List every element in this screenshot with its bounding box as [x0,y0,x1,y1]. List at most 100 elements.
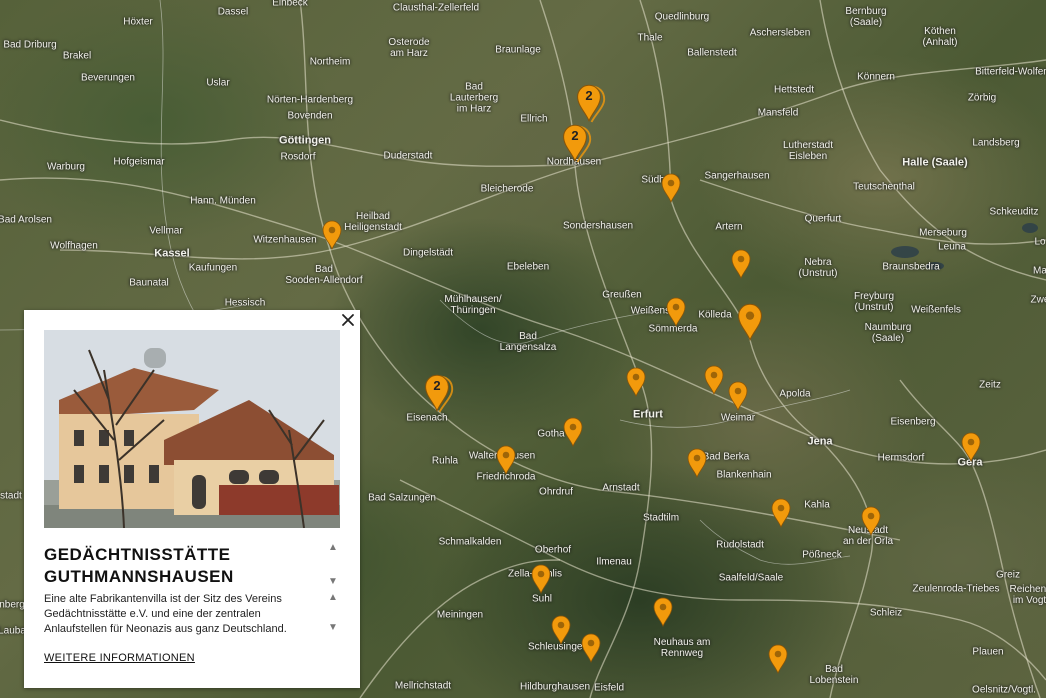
place-label: Göttingen [279,134,331,147]
place-label: Schkeuditz [989,206,1039,218]
location-marker[interactable] [771,498,791,529]
place-label: Bleicherode [480,183,534,195]
scroll-up-icon[interactable]: ▲ [328,542,338,554]
map-pin-icon [626,367,646,398]
info-panel: GEDÄCHTNISSTÄTTE GUTHMANNSHAUSEN ▲ ▼ Ein… [24,310,360,688]
cluster-count: 2 [571,128,579,143]
place-label: Teutschenthal [853,181,915,193]
place-label: Mansfeld [757,107,799,119]
place-label: Greiz [996,569,1020,581]
place-label: Baunatal [129,277,169,289]
location-marker[interactable] [728,381,748,412]
place-label: Eisenberg [890,416,936,428]
location-marker[interactable] [322,220,342,251]
scroll-down-icon[interactable]: ▼ [328,622,338,634]
place-label: Dassel [217,6,249,18]
close-button[interactable] [340,312,356,328]
place-label: Dingelstädt [402,247,454,259]
map-pin-icon [563,417,583,448]
place-label: Weißenfels [911,304,961,316]
location-marker[interactable] [551,615,571,646]
scroll-up-icon[interactable]: ▲ [328,592,338,604]
place-label: Gotha [537,428,565,440]
place-label: Hermsdorf [877,452,925,464]
place-label: Hessisch [224,297,266,309]
place-label: Leuna [938,241,966,253]
place-label: Hann. Münden [190,195,256,207]
place-label: Ma [1033,265,1046,277]
map-pin-icon [496,445,516,476]
place-label: Zwe [1030,294,1046,306]
location-marker[interactable] [737,303,763,342]
place-label: Lutherstadt Eisleben [782,140,834,162]
location-marker[interactable] [861,506,881,537]
place-label: Ilmenau [596,556,632,568]
place-label: Bad Arolsen [0,214,52,226]
place-label: Oberhof [534,544,572,556]
location-marker[interactable] [661,173,681,204]
place-label: Kaufungen [188,262,238,274]
place-label: Pößneck [802,549,842,561]
place-label: Mühlhausen/ Thüringen [444,294,502,316]
place-label: Jena [807,435,833,448]
cluster-marker[interactable]: 2 [562,124,592,163]
location-description: Eine alte Fabrikantenvilla ist der Sitz … [44,593,287,635]
place-label: Saalfeld/Saale [718,572,784,584]
place-label: Braunlage [495,44,541,56]
place-label: Nebra (Unstrut) [798,257,838,279]
location-marker[interactable] [581,633,601,664]
map-pin-icon [581,633,601,664]
map-pin-icon [728,381,748,412]
location-marker[interactable] [768,644,788,675]
location-marker[interactable] [653,597,673,628]
place-label: Suhl [531,593,553,605]
location-marker[interactable] [666,297,686,328]
place-label: Rosdorf [280,151,316,163]
location-marker[interactable] [563,417,583,448]
location-marker[interactable] [496,445,516,476]
map-pin-icon [961,432,981,463]
scroll-down-icon[interactable]: ▼ [328,576,338,588]
place-label: Hildburghausen [519,681,591,693]
place-label: Sangerhausen [704,170,770,182]
title-scrollbar[interactable]: ▲ ▼ [328,542,338,588]
place-label: Schleiz [869,607,903,619]
place-label: Warburg [47,161,85,173]
location-photo [44,330,340,528]
map-pin-icon [771,498,791,529]
place-label: Könnern [857,71,895,83]
place-label: Hettstedt [773,84,815,96]
place-label: Zörbig [967,92,997,104]
map-pin-icon [861,506,881,537]
cluster-marker[interactable]: 2 [576,84,606,123]
place-label: Meiningen [436,609,484,621]
place-label: Artern [715,221,743,233]
place-label: Bad Salzungen [368,492,436,504]
place-label: Bad Driburg [3,39,57,51]
map-pin-icon [551,615,571,646]
place-label: Stadtilm [642,512,680,524]
place-label: Weimar [720,412,756,424]
location-marker[interactable] [961,432,981,463]
map-pin-icon [653,597,673,628]
place-label: Brakel [62,50,92,62]
place-label: Braunsbedra [882,261,940,273]
place-label: Osterode am Harz [388,37,430,59]
place-label: Northeim [309,56,351,68]
map-pin-icon [322,220,342,251]
location-marker[interactable] [731,249,751,280]
place-label: Witzenhausen [253,234,317,246]
place-label: Erfurt [633,408,663,421]
location-marker[interactable] [704,365,724,396]
place-label: Ellrich [520,113,548,125]
scroll-track [328,554,338,576]
place-label: stadt [0,490,22,502]
description-scrollbar[interactable]: ▲ ▼ [328,592,338,634]
cluster-marker[interactable]: 2 [424,374,454,413]
location-marker[interactable] [531,564,551,595]
location-marker[interactable] [687,448,707,479]
place-label: Ohrdruf [539,486,573,498]
location-marker[interactable] [626,367,646,398]
more-info-link[interactable]: WEITERE INFORMATIONEN [44,652,195,664]
place-label: Bad Sooden-Allendorf [285,264,363,286]
